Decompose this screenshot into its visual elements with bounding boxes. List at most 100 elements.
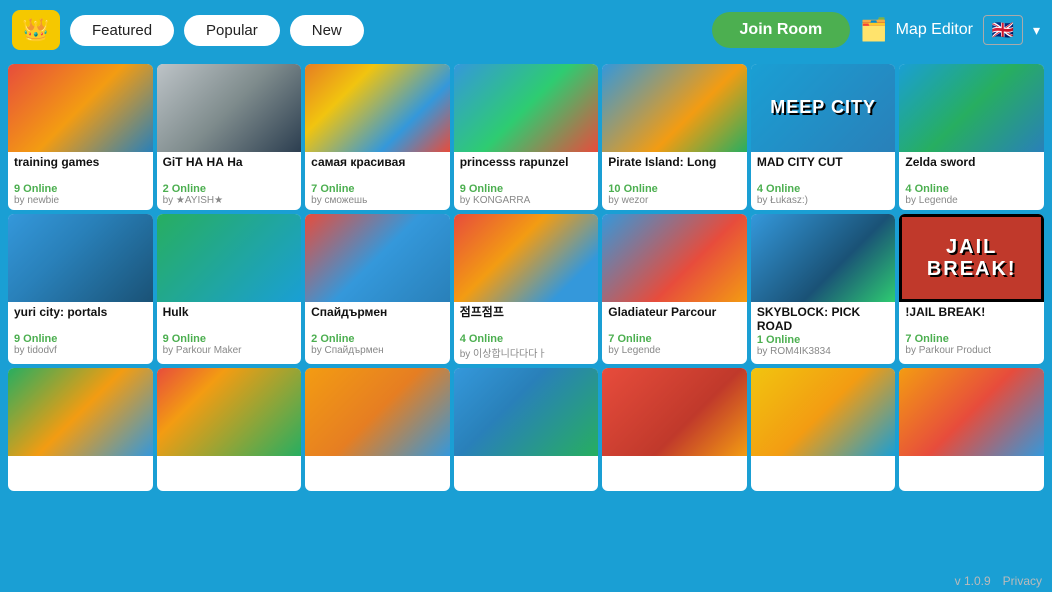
game-title: [757, 459, 890, 487]
game-online-count: 10 Online: [608, 183, 741, 195]
game-title: Pirate Island: Long: [608, 155, 741, 183]
game-card[interactable]: SKYBLOCK: PICK ROAD1 Onlineby ROM4IK3834: [751, 214, 896, 364]
logo-button[interactable]: 👑: [12, 10, 60, 50]
game-online-count: 9 Online: [163, 333, 296, 345]
game-title: Gladiateur Parcour: [608, 305, 741, 333]
game-author: by Parkour Product: [905, 345, 1038, 356]
game-author: by 이상합니다다다ㅏ: [460, 345, 593, 360]
game-title: [14, 459, 147, 487]
game-thumbnail: [454, 214, 599, 302]
game-online-count: 7 Online: [905, 333, 1038, 345]
game-online-count: 7 Online: [311, 183, 444, 195]
game-card[interactable]: [157, 368, 302, 491]
game-author: by tidodvf: [14, 345, 147, 356]
game-thumbnail: [8, 214, 153, 302]
game-online-count: 2 Online: [163, 183, 296, 195]
game-thumbnail: [751, 214, 896, 302]
game-thumbnail: [602, 214, 747, 302]
game-thumbnail: [305, 214, 450, 302]
game-author: by Legende: [608, 345, 741, 356]
game-card[interactable]: Hulk9 Onlineby Parkour Maker: [157, 214, 302, 364]
crown-icon: 👑: [22, 17, 49, 43]
game-card[interactable]: Pirate Island: Long10 Onlineby wezor: [602, 64, 747, 210]
game-online-count: 9 Online: [14, 183, 147, 195]
game-title: GiT НА НА На: [163, 155, 296, 183]
game-title: SKYBLOCK: PICK ROAD: [757, 305, 890, 334]
game-card[interactable]: yuri city: portals9 Onlineby tidodvf: [8, 214, 153, 364]
game-title: Zelda sword: [905, 155, 1038, 183]
game-title: yuri city: portals: [14, 305, 147, 333]
game-thumbnail: [305, 368, 450, 456]
game-card[interactable]: Gladiateur Parcour7 Onlineby Legende: [602, 214, 747, 364]
game-card[interactable]: [751, 368, 896, 491]
game-author: by Parkour Maker: [163, 345, 296, 356]
game-thumbnail: [602, 368, 747, 456]
join-room-button[interactable]: Join Room: [712, 12, 851, 48]
map-editor-label: Map Editor: [896, 21, 973, 39]
game-online-count: 9 Online: [14, 333, 147, 345]
game-card[interactable]: MEEP CITY MAD CITY CUT4 Onlineby Łukasz:): [751, 64, 896, 210]
game-thumbnail: [899, 368, 1044, 456]
game-card[interactable]: [602, 368, 747, 491]
nav-new[interactable]: New: [290, 15, 364, 46]
privacy-link[interactable]: Privacy: [1003, 574, 1042, 588]
header: 👑 Featured Popular New Join Room 🗂️ Map …: [0, 0, 1052, 60]
language-dropdown-arrow[interactable]: ▾: [1033, 22, 1040, 39]
version-label: v 1.0.9: [955, 574, 991, 588]
game-card[interactable]: princesss rapunzel9 Onlineby KONGARRA: [454, 64, 599, 210]
game-card[interactable]: [8, 368, 153, 491]
game-author: by Łukasz:): [757, 195, 890, 206]
game-online-count: 4 Online: [757, 183, 890, 195]
game-thumbnail: [8, 64, 153, 152]
game-title: [608, 459, 741, 487]
game-thumbnail: [157, 368, 302, 456]
game-thumbnail: [157, 214, 302, 302]
game-thumbnail: JAIL BREAK!: [899, 214, 1044, 302]
language-button[interactable]: 🇬🇧: [983, 15, 1023, 45]
game-thumbnail: [602, 64, 747, 152]
game-online-count: 9 Online: [460, 183, 593, 195]
flag-icon: 🇬🇧: [992, 20, 1014, 41]
game-thumbnail: [454, 368, 599, 456]
game-card[interactable]: GiT НА НА На2 Onlineby ★AYISH★: [157, 64, 302, 210]
game-title: MAD CITY CUT: [757, 155, 890, 183]
game-online-count: 7 Online: [608, 333, 741, 345]
game-card[interactable]: Zelda sword4 Onlineby Legende: [899, 64, 1044, 210]
game-thumbnail: [899, 64, 1044, 152]
game-title: !JAIL BREAK!: [905, 305, 1038, 333]
nav-popular[interactable]: Popular: [184, 15, 280, 46]
game-thumbnail: [751, 368, 896, 456]
game-author: by сможешь: [311, 195, 444, 206]
game-author: by newbie: [14, 195, 147, 206]
game-thumbnail: MEEP CITY: [751, 64, 896, 152]
game-title: [905, 459, 1038, 487]
game-card[interactable]: JAIL BREAK! !JAIL BREAK!7 Onlineby Parkou…: [899, 214, 1044, 364]
nav-featured[interactable]: Featured: [70, 15, 174, 46]
game-card[interactable]: [305, 368, 450, 491]
game-author: by Legende: [905, 195, 1038, 206]
game-card[interactable]: Спайдърмен2 Onlineby Спайдърмен: [305, 214, 450, 364]
game-card[interactable]: [454, 368, 599, 491]
game-thumbnail: [454, 64, 599, 152]
game-online-count: 4 Online: [905, 183, 1038, 195]
map-editor-icon: 🗂️: [860, 17, 887, 43]
map-editor-area[interactable]: 🗂️ Map Editor: [860, 17, 973, 43]
game-author: by ★AYISH★: [163, 195, 296, 206]
game-card[interactable]: training games9 Onlineby newbie: [8, 64, 153, 210]
game-card[interactable]: самая красивая7 Onlineby сможешь: [305, 64, 450, 210]
game-online-count: 2 Online: [311, 333, 444, 345]
game-grid: training games9 Onlineby newbieGiT НА НА…: [0, 60, 1052, 495]
game-thumbnail: [157, 64, 302, 152]
game-author: by Спайдърмен: [311, 345, 444, 356]
game-thumbnail: [8, 368, 153, 456]
game-title: [163, 459, 296, 487]
game-title: Спайдърмен: [311, 305, 444, 333]
game-card[interactable]: [899, 368, 1044, 491]
game-title: [311, 459, 444, 487]
game-title: Hulk: [163, 305, 296, 333]
game-author: by KONGARRA: [460, 195, 593, 206]
game-author: by wezor: [608, 195, 741, 206]
game-card[interactable]: 점프점프4 Onlineby 이상합니다다다ㅏ: [454, 214, 599, 364]
game-title: princesss rapunzel: [460, 155, 593, 183]
game-title: 점프점프: [460, 305, 593, 333]
